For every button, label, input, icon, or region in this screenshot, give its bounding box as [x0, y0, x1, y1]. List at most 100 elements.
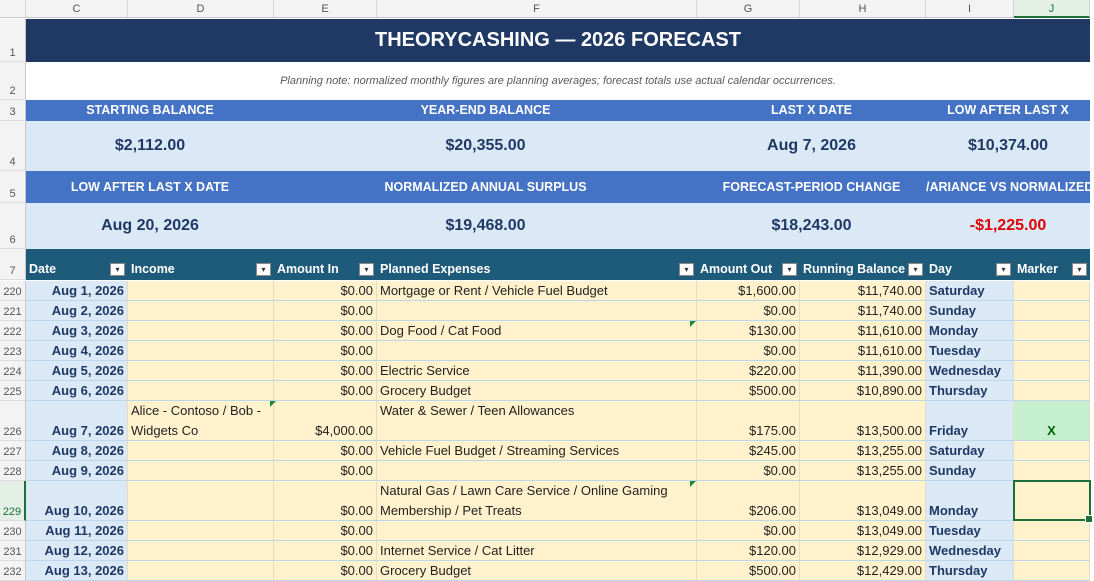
marker-cell[interactable] — [1014, 321, 1090, 341]
running-balance-cell[interactable]: $12,929.00 — [800, 541, 926, 561]
running-balance-cell[interactable]: $11,390.00 — [800, 361, 926, 381]
comment-indicator-icon[interactable] — [690, 321, 696, 327]
amount-out-cell[interactable]: $0.00 — [697, 461, 800, 481]
filter-dropdown-icon[interactable]: ▾ — [996, 263, 1011, 276]
amount-in-cell[interactable]: $0.00 — [274, 301, 377, 321]
planned-expenses-cell[interactable]: Mortgage or Rent / Vehicle Fuel Budget — [377, 281, 697, 301]
filter-dropdown-icon[interactable]: ▾ — [359, 263, 374, 276]
row-header[interactable]: 6 — [0, 203, 26, 249]
amount-in-cell[interactable]: $4,000.00 — [274, 401, 377, 441]
day-cell[interactable]: Sunday — [926, 301, 1014, 321]
amount-in-cell[interactable]: $0.00 — [274, 541, 377, 561]
day-cell[interactable]: Friday — [926, 401, 1014, 441]
marker-cell[interactable]: X — [1014, 401, 1090, 441]
planned-expenses-cell[interactable] — [377, 461, 697, 481]
amount-out-cell[interactable]: $1,600.00 — [697, 281, 800, 301]
amount-out-cell[interactable]: $0.00 — [697, 341, 800, 361]
date-cell[interactable]: Aug 13, 2026 — [26, 561, 128, 581]
date-cell[interactable]: Aug 7, 2026 — [26, 401, 128, 441]
row-header[interactable]: 229 — [0, 481, 26, 521]
row-header[interactable]: 224 — [0, 361, 26, 381]
marker-cell[interactable] — [1014, 521, 1090, 541]
planned-expenses-cell[interactable]: Electric Service — [377, 361, 697, 381]
comment-indicator-icon[interactable] — [690, 481, 696, 487]
running-balance-cell[interactable]: $10,890.00 — [800, 381, 926, 401]
date-cell[interactable]: Aug 8, 2026 — [26, 441, 128, 461]
amount-out-cell[interactable]: $0.00 — [697, 301, 800, 321]
amount-in-cell[interactable]: $0.00 — [274, 381, 377, 401]
income-cell[interactable] — [128, 561, 274, 581]
row-header[interactable]: 221 — [0, 301, 26, 321]
planned-expenses-cell[interactable] — [377, 521, 697, 541]
planned-expenses-cell[interactable] — [377, 341, 697, 361]
amount-out-cell[interactable]: $500.00 — [697, 561, 800, 581]
planned-expenses-cell[interactable]: Grocery Budget — [377, 381, 697, 401]
day-cell[interactable]: Wednesday — [926, 361, 1014, 381]
income-cell[interactable] — [128, 301, 274, 321]
date-cell[interactable]: Aug 11, 2026 — [26, 521, 128, 541]
amount-in-cell[interactable]: $0.00 — [274, 281, 377, 301]
date-cell[interactable]: Aug 4, 2026 — [26, 341, 128, 361]
amount-out-cell[interactable]: $120.00 — [697, 541, 800, 561]
row-header[interactable]: 4 — [0, 121, 26, 171]
day-cell[interactable]: Tuesday — [926, 521, 1014, 541]
row-header[interactable]: 3 — [0, 100, 26, 121]
amount-in-cell[interactable]: $0.00 — [274, 321, 377, 341]
row-header[interactable]: 7 — [0, 249, 26, 280]
column-header-h[interactable]: H — [800, 0, 926, 18]
income-cell[interactable]: Alice - Contoso / Bob - Widgets Co — [128, 401, 274, 441]
income-cell[interactable] — [128, 281, 274, 301]
comment-indicator-icon[interactable] — [270, 401, 276, 407]
planned-expenses-cell[interactable]: Natural Gas / Lawn Care Service / Online… — [377, 481, 697, 521]
income-cell[interactable] — [128, 341, 274, 361]
date-cell[interactable]: Aug 2, 2026 — [26, 301, 128, 321]
planned-expenses-cell[interactable]: Water & Sewer / Teen Allowances — [377, 401, 697, 441]
amount-in-cell[interactable]: $0.00 — [274, 341, 377, 361]
filter-dropdown-icon[interactable]: ▾ — [110, 263, 125, 276]
amount-in-cell[interactable]: $0.00 — [274, 561, 377, 581]
row-header[interactable]: 2 — [0, 62, 26, 100]
day-cell[interactable]: Sunday — [926, 461, 1014, 481]
column-header-c[interactable]: C — [26, 0, 128, 18]
date-cell[interactable]: Aug 12, 2026 — [26, 541, 128, 561]
date-cell[interactable]: Aug 6, 2026 — [26, 381, 128, 401]
planned-expenses-cell[interactable]: Vehicle Fuel Budget / Streaming Services — [377, 441, 697, 461]
row-header[interactable]: 230 — [0, 521, 26, 541]
day-cell[interactable]: Thursday — [926, 561, 1014, 581]
column-header-i[interactable]: I — [926, 0, 1014, 18]
planned-expenses-cell[interactable]: Internet Service / Cat Litter — [377, 541, 697, 561]
select-all-corner[interactable] — [0, 0, 26, 18]
planned-expenses-cell[interactable]: Grocery Budget — [377, 561, 697, 581]
income-cell[interactable] — [128, 381, 274, 401]
amount-in-cell[interactable]: $0.00 — [274, 521, 377, 541]
marker-cell[interactable] — [1014, 441, 1090, 461]
marker-cell[interactable] — [1014, 281, 1090, 301]
planned-expenses-cell[interactable] — [377, 301, 697, 321]
day-cell[interactable]: Wednesday — [926, 541, 1014, 561]
row-header[interactable]: 231 — [0, 541, 26, 561]
filter-dropdown-icon[interactable]: ▾ — [908, 263, 923, 276]
amount-out-cell[interactable]: $245.00 — [697, 441, 800, 461]
filter-dropdown-icon[interactable]: ▾ — [1072, 263, 1087, 276]
running-balance-cell[interactable]: $13,255.00 — [800, 461, 926, 481]
column-header-g[interactable]: G — [697, 0, 800, 18]
running-balance-cell[interactable]: $12,429.00 — [800, 561, 926, 581]
row-header[interactable]: 225 — [0, 381, 26, 401]
day-cell[interactable]: Tuesday — [926, 341, 1014, 361]
amount-out-cell[interactable]: $500.00 — [697, 381, 800, 401]
income-cell[interactable] — [128, 321, 274, 341]
amount-out-cell[interactable]: $206.00 — [697, 481, 800, 521]
amount-in-cell[interactable]: $0.00 — [274, 441, 377, 461]
row-header[interactable]: 220 — [0, 281, 26, 301]
running-balance-cell[interactable]: $13,049.00 — [800, 481, 926, 521]
income-cell[interactable] — [128, 521, 274, 541]
row-header[interactable]: 226 — [0, 401, 26, 441]
day-cell[interactable]: Saturday — [926, 441, 1014, 461]
day-cell[interactable]: Monday — [926, 321, 1014, 341]
column-header-f[interactable]: F — [377, 0, 697, 18]
amount-in-cell[interactable]: $0.00 — [274, 361, 377, 381]
filter-dropdown-icon[interactable]: ▾ — [256, 263, 271, 276]
running-balance-cell[interactable]: $13,049.00 — [800, 521, 926, 541]
amount-in-cell[interactable]: $0.00 — [274, 461, 377, 481]
amount-out-cell[interactable]: $175.00 — [697, 401, 800, 441]
